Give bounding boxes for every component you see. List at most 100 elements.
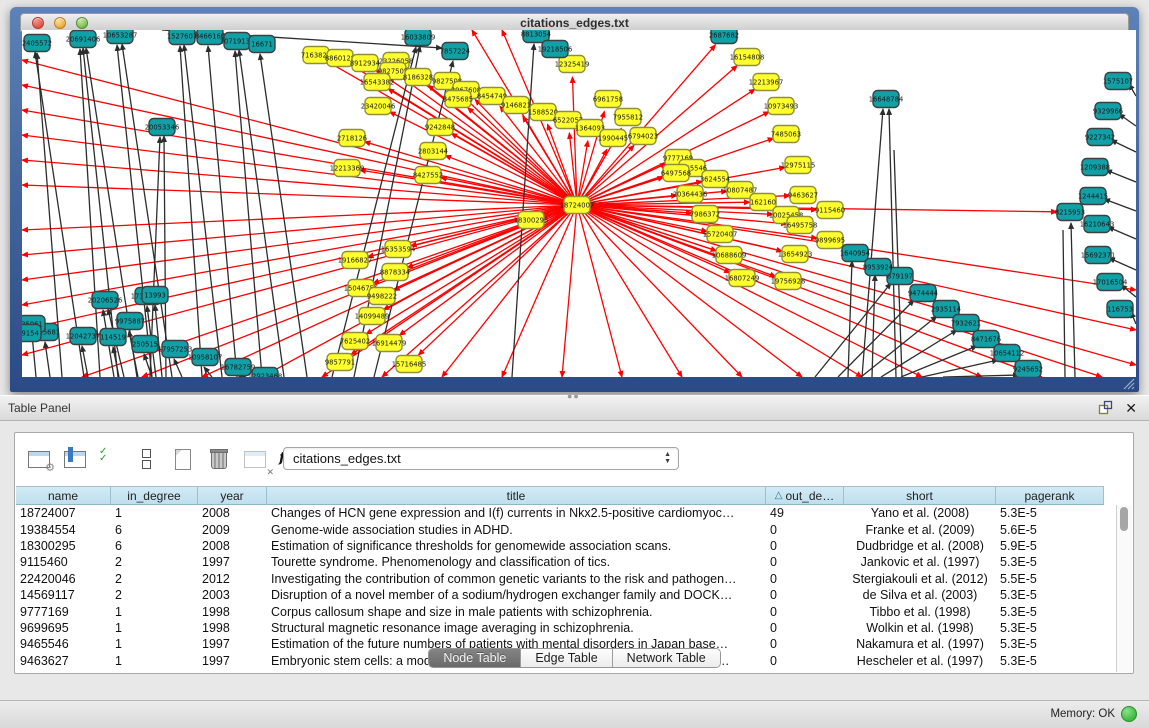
graph-node[interactable]: 16807249 (725, 270, 760, 287)
graph-node[interactable]: 16671 (249, 36, 275, 53)
table-cell[interactable]: 5.3E-5 (996, 605, 1104, 619)
graph-node[interactable]: 18300295 (514, 212, 549, 229)
table-cell[interactable]: Stergiakouli et al. (2012) (844, 572, 996, 586)
graph-node[interactable]: 8186328 (403, 69, 433, 86)
table-cell[interactable]: 5.3E-5 (996, 555, 1104, 569)
graph-node[interactable]: 1527607 (167, 30, 197, 45)
graph-node[interactable]: 12042737 (66, 328, 101, 345)
graph-node[interactable]: 19166827 (338, 252, 373, 269)
graph-node[interactable]: 1575107 (1103, 73, 1133, 90)
graph-node[interactable]: 7857224 (440, 43, 470, 60)
graph-node[interactable]: 9115460 (815, 202, 845, 219)
table-row[interactable]: 1830029562008Estimation of significance … (16, 538, 1106, 554)
graph-node[interactable]: 8427552 (413, 167, 443, 184)
graph-node[interactable]: 16154808 (730, 49, 765, 66)
table-cell[interactable]: Changes of HCN gene expression and I(f) … (267, 506, 766, 520)
graph-edge[interactable] (577, 163, 666, 205)
graph-node[interactable]: 162160 (750, 194, 776, 211)
graph-node[interactable]: 13654923 (778, 246, 813, 263)
graph-edge[interactable] (848, 261, 852, 377)
graph-edge[interactable] (418, 205, 577, 355)
resize-grip-icon[interactable] (1122, 379, 1136, 390)
graph-node[interactable]: 9975887 (115, 313, 145, 330)
graph-node[interactable]: 39154 (22, 325, 41, 342)
scrollbar-thumb[interactable] (1120, 507, 1128, 531)
graph-edge[interactable] (577, 205, 622, 377)
table-cell[interactable]: Estimation of significance thresholds fo… (267, 539, 766, 553)
table-cell[interactable]: 2 (111, 588, 198, 602)
table-mode-button[interactable]: ⚙ (25, 447, 55, 473)
graph-node[interactable]: 7625402 (340, 333, 370, 350)
graph-edge[interactable] (1063, 230, 1065, 377)
graph-node[interactable]: 20364436 (673, 186, 708, 203)
graph-edge[interactable] (208, 46, 237, 377)
graph-node[interactable]: 12213369 (330, 160, 365, 177)
table-cell[interactable]: 0 (766, 555, 844, 569)
table-cell[interactable]: 1 (111, 621, 198, 635)
graph-node[interactable]: 1209388 (1080, 159, 1110, 176)
table-cell[interactable]: 0 (766, 539, 844, 553)
graph-node[interactable]: 16353594 (381, 241, 416, 258)
graph-node[interactable]: 2687682 (709, 30, 739, 44)
table-cell[interactable]: Yano et al. (2008) (844, 506, 996, 520)
graph-node[interactable]: 3475685 (443, 91, 473, 108)
minimize-window-button[interactable] (54, 17, 66, 29)
graph-node[interactable]: 16210643 (1080, 216, 1115, 233)
graph-edge[interactable] (1071, 223, 1075, 377)
table-cell[interactable]: 9777169 (16, 605, 111, 619)
table-cell[interactable]: 1997 (198, 555, 267, 569)
table-cell[interactable]: Wolkin et al. (1998) (844, 621, 996, 635)
vertical-scrollbar[interactable] (1116, 505, 1132, 672)
graph-node[interactable]: 9245652 (1013, 361, 1043, 378)
table-cell[interactable]: 2008 (198, 539, 267, 553)
graph-node[interactable]: 20206526 (88, 292, 123, 309)
graph-edge[interactable] (901, 346, 977, 377)
graph-node[interactable]: 12923468 (248, 368, 283, 378)
graph-node[interactable]: 13993 (142, 287, 168, 304)
graph-node[interactable]: 18724007 (560, 197, 595, 214)
graph-node[interactable]: 116753 (1107, 301, 1133, 318)
table-cell[interactable]: 0 (766, 523, 844, 537)
graph-node[interactable]: 8912934 (350, 55, 380, 72)
graph-node[interactable]: 19756928 (771, 273, 806, 290)
graph-node[interactable]: 6794023 (628, 128, 658, 145)
graph-node[interactable]: 10958107 (188, 349, 223, 366)
graph-edge[interactable] (1106, 170, 1136, 182)
table-cell[interactable]: Investigating the contribution of common… (267, 572, 766, 586)
graph-edge[interactable] (22, 60, 577, 205)
graph-node[interactable]: 17016504 (1093, 274, 1128, 291)
column-header-short[interactable]: short (844, 486, 996, 505)
graph-node[interactable]: 9227342 (1085, 129, 1115, 146)
graph-edge[interactable] (1108, 227, 1136, 239)
graph-edge[interactable] (577, 205, 776, 277)
graph-node[interactable]: 20053346 (145, 119, 180, 136)
network-graph[interactable]: 1872400718300295716382288601288912934232… (22, 30, 1136, 377)
graph-node[interactable]: 12975115 (781, 157, 816, 174)
graph-edge[interactable] (184, 45, 222, 377)
table-cell[interactable]: Disruption of a novel member of a sodium… (267, 588, 766, 602)
graph-node[interactable]: 20691406 (66, 31, 101, 48)
table-selector-dropdown[interactable]: citations_edges.txt ▲▼ (283, 447, 679, 470)
memory-status-indicator[interactable] (1121, 706, 1137, 722)
table-cell[interactable]: 0 (766, 605, 844, 619)
zoom-window-button[interactable] (76, 17, 88, 29)
table-cell[interactable]: 1998 (198, 621, 267, 635)
network-canvas[interactable]: 1872400718300295716382288601288912934232… (22, 30, 1136, 377)
table-row[interactable]: 977716911998Corpus callosum shape and si… (16, 603, 1106, 619)
split-pane-handle[interactable]: ●● (567, 391, 580, 401)
table-cell[interactable]: 5.3E-5 (996, 621, 1104, 635)
row-height-button[interactable] (133, 447, 163, 473)
graph-node[interactable]: 9242848 (425, 119, 455, 136)
graph-edge[interactable] (235, 51, 262, 377)
table-cell[interactable]: 5.6E-5 (996, 523, 1104, 537)
table-cell[interactable]: 14569117 (16, 588, 111, 602)
graph-edge[interactable] (1109, 258, 1136, 270)
graph-node[interactable]: 9474444 (908, 285, 938, 302)
column-header-name[interactable]: name (16, 486, 111, 505)
float-panel-icon[interactable] (1098, 400, 1113, 415)
graph-node[interactable]: 15716485 (392, 356, 427, 373)
graph-node[interactable]: 2405572 (22, 35, 52, 52)
table-cell[interactable]: 2009 (198, 523, 267, 537)
column-header-in_degree[interactable]: in_degree (111, 486, 198, 505)
graph-node[interactable]: 9329966 (1093, 103, 1123, 120)
